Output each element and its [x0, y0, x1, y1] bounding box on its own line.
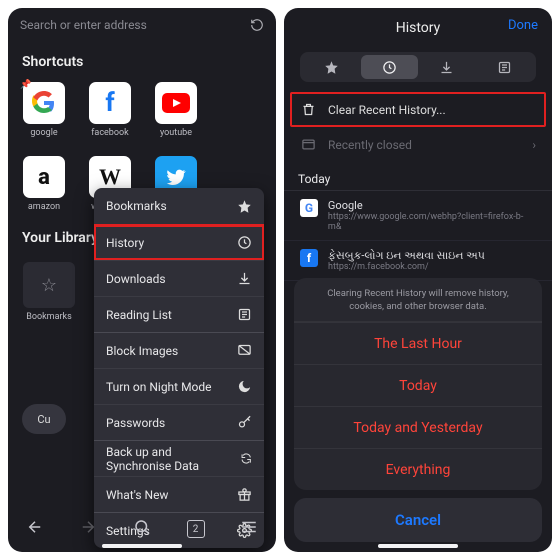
history-header: History Done: [284, 8, 552, 48]
overflow-menu: BookmarksHistoryDownloadsReading ListBlo…: [94, 188, 264, 548]
history-list: GGooglehttps://www.google.com/webhp?clie…: [284, 191, 552, 281]
block-images-icon: [237, 343, 252, 358]
segment-downloads[interactable]: [418, 55, 476, 79]
menu-turn-on-night-mode[interactable]: Turn on Night Mode: [94, 368, 264, 404]
library-segment: [300, 52, 536, 82]
favicon: G: [300, 199, 318, 217]
reading-list-icon: [237, 307, 252, 322]
key-icon: [237, 415, 252, 430]
home-indicator: [378, 544, 458, 548]
menu-block-images[interactable]: Block Images: [94, 332, 264, 368]
star-icon: [237, 199, 252, 214]
history-item[interactable]: GGooglehttps://www.google.com/webhp?clie…: [284, 191, 552, 241]
home-indicator: [102, 544, 182, 548]
tabs-button[interactable]: 2: [187, 520, 205, 538]
download-icon: [237, 271, 252, 286]
search-icon[interactable]: [133, 518, 151, 540]
clear-history-sheet: Clearing Recent History will remove hist…: [284, 278, 552, 552]
customize-button[interactable]: Cu: [22, 404, 66, 434]
menu-icon[interactable]: [240, 518, 258, 540]
recently-closed-row[interactable]: Recently closed ›: [284, 127, 552, 162]
menu-downloads[interactable]: Downloads: [94, 260, 264, 296]
left-screen: Search or enter address Shortcuts 📌googl…: [8, 8, 276, 552]
history-title: History: [396, 20, 441, 36]
menu-reading-list[interactable]: Reading List: [94, 296, 264, 332]
chevron-right-icon: ›: [532, 138, 536, 152]
shortcut-amazon[interactable]: aamazon: [22, 156, 66, 212]
back-icon[interactable]: [26, 518, 44, 540]
url-bar-placeholder: Search or enter address: [20, 18, 250, 32]
clear-recent-history-row[interactable]: Clear Recent History...: [290, 92, 546, 127]
shortcut-google[interactable]: 📌google: [22, 82, 66, 138]
pin-icon: 📌: [20, 80, 31, 90]
star-icon: ☆: [23, 262, 75, 308]
history-item[interactable]: fફેસબુક-લોગ ઇન અથવા સાઇન અપhttps://m.fac…: [284, 241, 552, 281]
clock-icon: [237, 235, 252, 250]
forward-icon[interactable]: [79, 518, 97, 540]
clear-option-today-and-yesterday[interactable]: Today and Yesterday: [294, 406, 542, 448]
history-day-label: Today: [284, 162, 552, 191]
menu-bookmarks[interactable]: Bookmarks: [94, 188, 264, 224]
segment-history[interactable]: [361, 55, 419, 79]
library-bookmarks-tile[interactable]: ☆ Bookmarks: [22, 262, 76, 322]
done-button[interactable]: Done: [508, 18, 538, 33]
clear-option-the-last-hour[interactable]: The Last Hour: [294, 322, 542, 364]
cancel-button[interactable]: Cancel: [294, 498, 542, 542]
segment-reading-list[interactable]: [476, 55, 534, 79]
window-icon: [300, 137, 316, 152]
refresh-icon[interactable]: [250, 18, 264, 32]
gift-icon: [237, 487, 252, 502]
sync-icon: [240, 451, 252, 466]
right-screen: History Done Clear Recent History... Rec…: [284, 8, 552, 552]
url-bar[interactable]: Search or enter address: [8, 8, 276, 42]
sheet-caption: Clearing Recent History will remove hist…: [294, 278, 542, 322]
moon-icon: [237, 379, 252, 394]
shortcuts-title: Shortcuts: [8, 42, 276, 78]
favicon: f: [300, 249, 318, 267]
menu-back-up-and-synchronise-data[interactable]: Back up and Synchronise Data: [94, 440, 264, 476]
menu-history[interactable]: History: [94, 224, 264, 260]
segment-bookmarks[interactable]: [303, 55, 361, 79]
trash-icon: [300, 102, 316, 117]
clear-option-everything[interactable]: Everything: [294, 448, 542, 490]
clear-option-today[interactable]: Today: [294, 364, 542, 406]
shortcut-facebook[interactable]: ffacebook: [88, 82, 132, 138]
menu-passwords[interactable]: Passwords: [94, 404, 264, 440]
shortcut-youtube[interactable]: youtube: [154, 82, 198, 138]
